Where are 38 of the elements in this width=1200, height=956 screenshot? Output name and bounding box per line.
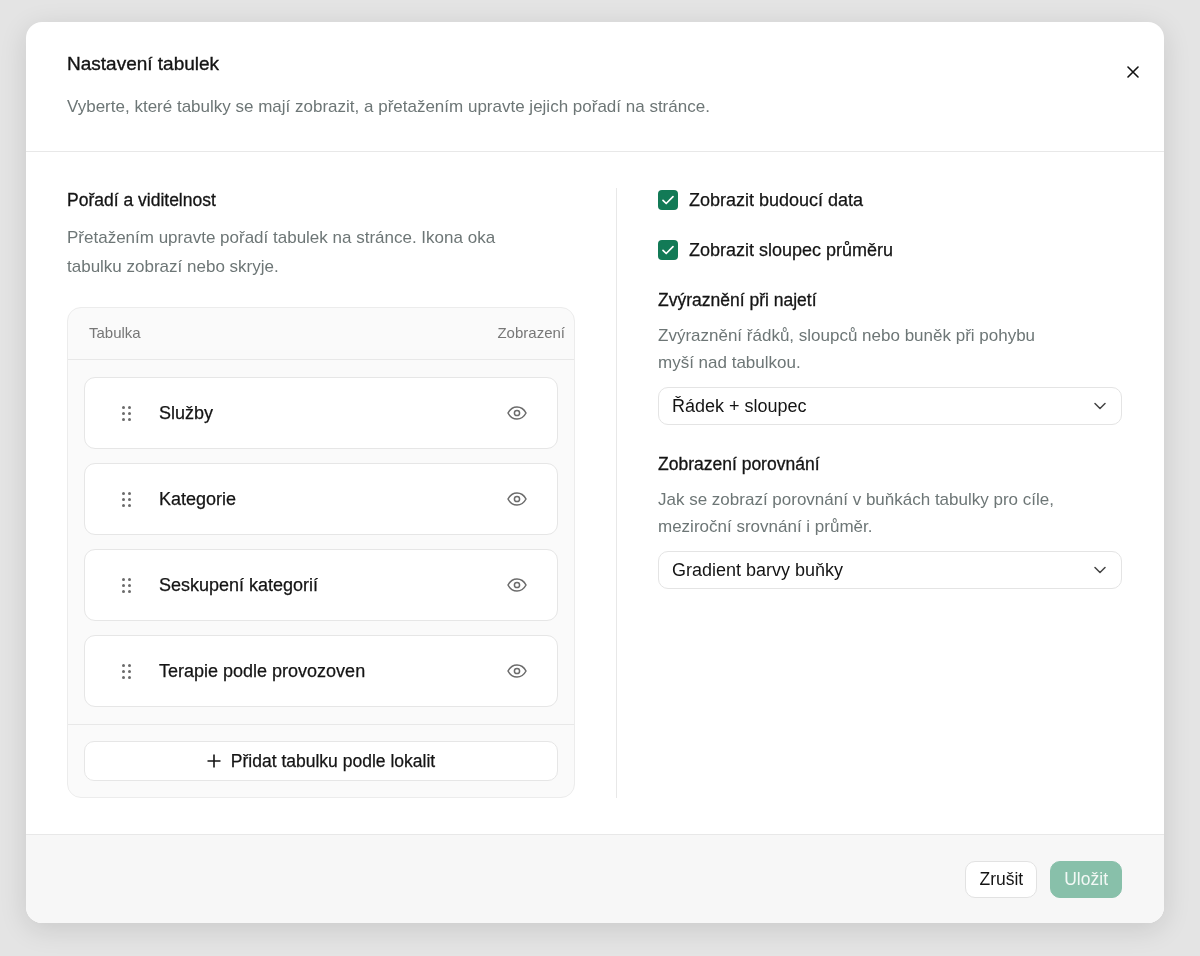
table-row-card[interactable]: Seskupení kategorií [84,549,558,621]
cancel-button[interactable]: Zrušit [965,861,1038,898]
drag-handle-icon[interactable] [122,405,131,421]
dropdown-select[interactable]: Gradient barvy buňky [658,551,1122,589]
eye-icon[interactable] [507,664,527,678]
close-icon [1127,66,1139,78]
plus-icon [206,754,221,768]
drag-handle-icon[interactable] [122,491,131,507]
checkbox-label[interactable]: Zobrazit budoucí data [689,186,864,214]
setting-label: Zvýraznění při najetí [658,289,818,312]
column-header: Tabulka [89,323,141,344]
drag-handle-icon[interactable] [122,577,131,593]
section-description: Přetažením upravte pořadí tabulek na stránce. Ikona oka tabulku zobrazí nebo skryje. [67,227,497,278]
checkbox-label[interactable]: Zobrazit sloupec průměru [689,236,894,264]
table-row-card[interactable]: Služby [84,377,558,449]
table-row-card[interactable]: Kategorie [84,463,558,535]
chevron-down-icon [1094,566,1106,574]
column-header: Zobrazení [497,323,565,344]
dropdown-select[interactable]: Řádek + sloupec [658,387,1122,425]
setting-label: Zobrazení porovnání [658,453,821,476]
table-name: Terapie podle provozoven [159,659,367,683]
eye-icon[interactable] [507,492,527,506]
setting-description: Zvýraznění řádků, sloupců nebo buněk při pohybu myší nad tabulkou. [658,325,1037,374]
table-row-card[interactable]: Terapie podle provozoven [84,635,558,707]
section-title: Pořadí a viditelnost [67,189,217,212]
setting-description: Jak se zobrazí porovnání v buňkách tabulky pro cíle, meziroční srovnání i průměr. [658,489,1055,538]
dialog-subtitle: Vyberte, které tabulky se mají zobrazit, a přetažením upravte jejich pořadí na stránce. [67,96,711,118]
add-table-button[interactable]: Přidat tabulku podle lokalit [84,741,558,781]
dialog-title: Nastavení tabulek [67,52,221,76]
drag-handle-icon[interactable] [122,663,131,679]
chevron-down-icon [1094,402,1106,410]
eye-icon[interactable] [507,578,527,592]
table-name: Seskupení kategorií [159,573,320,597]
table-name: Služby [159,401,215,425]
checkbox[interactable] [658,240,678,260]
table-name: Kategorie [159,487,238,511]
checkbox[interactable] [658,190,678,210]
eye-icon[interactable] [507,406,527,420]
